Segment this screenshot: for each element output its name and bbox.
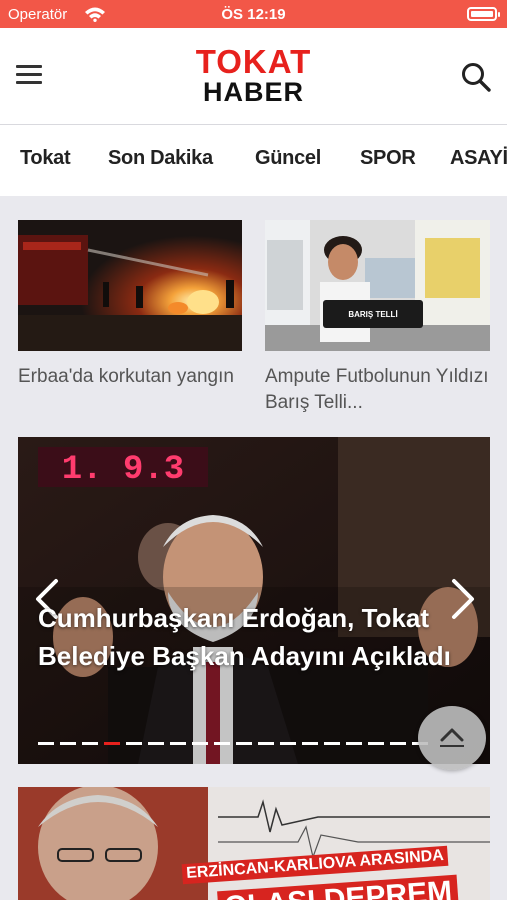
search-icon[interactable]	[459, 60, 493, 94]
slider-dot[interactable]	[324, 742, 340, 745]
news-thumbnail-fire	[18, 220, 242, 351]
slider-dot[interactable]	[280, 742, 296, 745]
slider-dot[interactable]	[170, 742, 186, 745]
slider-dot[interactable]	[302, 742, 318, 745]
logo-line-1: TOKAT	[195, 43, 312, 80]
slider-dot[interactable]	[82, 742, 98, 745]
slider-dot[interactable]	[236, 742, 252, 745]
chevron-up-icon	[440, 728, 464, 747]
status-bar: Operatör ÖS 12:19	[0, 0, 507, 28]
slider-dot[interactable]	[346, 742, 362, 745]
scroll-to-top-button[interactable]	[418, 706, 486, 770]
news-title[interactable]: Erbaa'da korkutan yangın	[18, 364, 248, 390]
slider-dot[interactable]	[390, 742, 406, 745]
site-logo[interactable]: TOKAT HABER	[0, 43, 507, 107]
news-card[interactable]: BARIŞ TELLİ Ampute Futbolunun Yıldızı Ba…	[265, 220, 490, 420]
news-title[interactable]: Ampute Futbolunun Yıldızı Barış Telli...	[265, 364, 495, 416]
slide-title[interactable]: Cumhurbaşkanı Erdoğan, Tokat Belediye Ba…	[38, 599, 478, 675]
category-tab-tokat[interactable]: Tokat	[20, 147, 71, 170]
category-tab-guncel[interactable]: Güncel	[255, 147, 321, 170]
news-card[interactable]: ERZİNCAN-KARLIOVA ARASINDA OLASI DEPREM	[18, 787, 490, 900]
slider-dot[interactable]	[148, 742, 164, 745]
slider-dot[interactable]	[60, 742, 76, 745]
news-card[interactable]: Erbaa'da korkutan yangın	[18, 220, 242, 420]
logo-line-2: HABER	[202, 77, 304, 107]
headline-slider[interactable]: 1. 9.3 Cumhurbaşkanı Erdoğan, Tokat Bele…	[18, 437, 490, 764]
category-tab-son-dakika[interactable]: Son Dakika	[108, 147, 213, 170]
news-thumbnail-player: BARIŞ TELLİ	[265, 220, 490, 351]
slider-dot[interactable]	[258, 742, 274, 745]
category-tab-spor[interactable]: SPOR	[360, 147, 416, 170]
scoreboard-display: 1. 9.3	[62, 451, 184, 489]
battery-icon	[467, 7, 500, 21]
category-tab-asayis[interactable]: ASAYİŞ	[450, 147, 507, 170]
slider-dot[interactable]	[214, 742, 230, 745]
clock: ÖS 12:19	[221, 6, 286, 23]
slider-dot[interactable]	[38, 742, 54, 745]
slider-dot[interactable]	[368, 742, 384, 745]
chair-label: BARIŞ TELLİ	[348, 310, 397, 319]
slider-dot[interactable]	[104, 742, 120, 745]
slider-dot[interactable]	[126, 742, 142, 745]
category-bar[interactable]: Tokat Son Dakika Güncel SPOR ASAYİŞ	[0, 124, 507, 196]
app-header: TOKAT HABER	[0, 28, 507, 124]
slider-dot[interactable]	[192, 742, 208, 745]
